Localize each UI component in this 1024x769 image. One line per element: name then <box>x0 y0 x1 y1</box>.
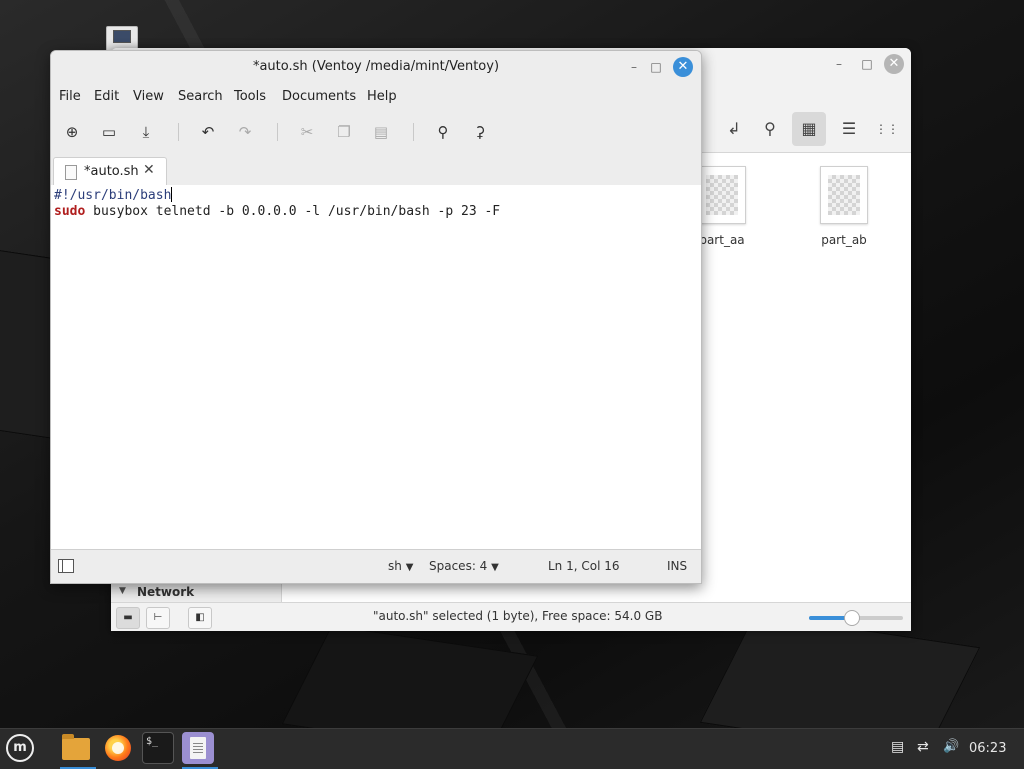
zoom-slider-handle[interactable] <box>844 610 861 626</box>
text-editor-icon <box>190 737 206 759</box>
open-terminal-icon[interactable]: ↲ <box>717 112 751 146</box>
cursor-position: Ln 1, Col 16 <box>548 559 620 573</box>
network-icon[interactable]: ⇄ <box>917 739 929 755</box>
language-selector[interactable]: sh ▼ <box>388 559 413 573</box>
editor-minimize-button[interactable]: – <box>625 58 643 76</box>
file-name: part_ab <box>821 233 867 247</box>
editor-maximize-button[interactable]: □ <box>647 58 665 76</box>
file-manager-close-button[interactable]: ✕ <box>884 54 904 74</box>
new-document-icon[interactable]: ⊕ <box>59 119 85 145</box>
tab-bar: *auto.sh ✕ <box>51 153 701 186</box>
chevron-down-icon: ▼ <box>405 562 414 573</box>
find-icon[interactable]: ⚲ <box>430 119 456 145</box>
insert-mode: INS <box>667 559 688 573</box>
volume-icon[interactable]: 🔊 <box>943 739 959 754</box>
terminal-launcher[interactable]: $_ <box>142 732 174 764</box>
paste-icon[interactable]: ▤ <box>368 119 394 145</box>
code-line-2: sudo busybox telnetd -b 0.0.0.0 -l /usr/… <box>54 204 500 219</box>
language-label: sh <box>388 559 402 573</box>
firefox-launcher[interactable] <box>102 732 134 764</box>
clock[interactable]: 06:23 <box>969 741 1006 756</box>
zoom-slider[interactable] <box>809 610 903 626</box>
menu-bar: File Edit View Search Tools Documents He… <box>51 83 701 111</box>
cut-icon[interactable]: ✂ <box>294 119 320 145</box>
compact-view-icon[interactable]: ⋮⋮ <box>870 112 904 146</box>
editor-title-bar[interactable]: *auto.sh (Ventoy /media/mint/Ventoy) – □… <box>51 51 701 83</box>
text-cursor <box>171 187 173 202</box>
file-thumbnail-icon <box>698 166 746 224</box>
list-view-icon[interactable]: ☰ <box>832 112 866 146</box>
file-manager-maximize-button[interactable]: □ <box>858 55 876 73</box>
sidebar-section-network[interactable]: ▼ Network <box>111 584 282 602</box>
shebang-text: #!/usr/bin/bash <box>54 188 172 203</box>
document-icon <box>65 165 77 180</box>
command-text: busybox telnetd -b 0.0.0.0 -l /usr/bin/b… <box>85 204 501 219</box>
firefox-icon-center <box>112 742 124 754</box>
toolbar-separator <box>178 123 179 141</box>
keyword-text: sudo <box>54 204 86 219</box>
file-manager-statusbar: ▬ ⊢ ◧ "auto.sh" selected (1 byte), Free … <box>111 602 911 631</box>
notes-icon[interactable]: ▤ <box>891 739 904 755</box>
editor-toolbar: ⊕ ▭ ⤓ ↶ ↷ ✂ ❐ ▤ ⚲ ⚳ <box>51 111 701 153</box>
tab-width-label: Spaces: 4 <box>429 559 488 573</box>
menu-view[interactable]: View <box>133 89 164 104</box>
side-pane-toggle-icon[interactable] <box>58 559 74 573</box>
file-item[interactable]: part_ab <box>804 166 884 247</box>
undo-icon[interactable]: ↶ <box>195 119 221 145</box>
sidebar-section-label: Network <box>137 585 195 599</box>
find-replace-icon[interactable]: ⚳ <box>467 119 493 145</box>
search-icon[interactable]: ⚲ <box>753 112 787 146</box>
editor-close-button[interactable]: ✕ <box>673 57 693 77</box>
redo-icon[interactable]: ↷ <box>232 119 258 145</box>
terminal-icon: $_ <box>146 736 159 747</box>
tab-width-selector[interactable]: Spaces: 4 ▼ <box>429 559 499 573</box>
tab-auto-sh[interactable]: *auto.sh ✕ <box>53 157 167 186</box>
icon-view-icon[interactable]: ▦ <box>792 112 826 146</box>
taskbar: m $_ ▤ ⇄ 🔊 06:23 <box>0 728 1024 769</box>
menu-file[interactable]: File <box>59 89 81 104</box>
file-thumbnail-icon <box>820 166 868 224</box>
file-manager-minimize-button[interactable]: – <box>830 55 848 73</box>
tab-close-icon[interactable]: ✕ <box>143 162 155 178</box>
chevron-down-icon: ▼ <box>491 562 499 573</box>
menu-tools[interactable]: Tools <box>234 89 266 104</box>
editor-statusbar: sh ▼ Spaces: 4 ▼ Ln 1, Col 16 INS <box>51 549 701 583</box>
toolbar-separator <box>413 123 414 141</box>
tree-pane-button[interactable]: ⊢ <box>146 607 170 629</box>
mint-menu-icon[interactable]: m <box>6 734 34 762</box>
folder-icon <box>62 734 90 760</box>
text-editing-area[interactable]: #!/usr/bin/bash sudo busybox telnetd -b … <box>51 185 701 549</box>
menu-help[interactable]: Help <box>367 89 397 104</box>
collapse-arrow-icon: ▼ <box>119 586 126 596</box>
text-editor-launcher[interactable] <box>182 732 218 769</box>
tab-label: *auto.sh <box>84 164 139 179</box>
text-editor-window: *auto.sh (Ventoy /media/mint/Ventoy) – □… <box>50 50 702 584</box>
status-text: "auto.sh" selected (1 byte), Free space:… <box>373 609 663 623</box>
monitor-icon <box>113 30 131 43</box>
window-title: *auto.sh (Ventoy /media/mint/Ventoy) <box>252 59 500 74</box>
places-pane-button[interactable]: ▬ <box>116 607 140 629</box>
save-icon[interactable]: ⤓ <box>133 119 159 145</box>
copy-icon[interactable]: ❐ <box>331 119 357 145</box>
open-folder-icon[interactable]: ▭ <box>96 119 122 145</box>
toggle-sidebar-button[interactable]: ◧ <box>188 607 212 629</box>
menu-edit[interactable]: Edit <box>94 89 119 104</box>
toolbar-separator <box>277 123 278 141</box>
code-line-1: #!/usr/bin/bash <box>54 187 173 203</box>
menu-search[interactable]: Search <box>178 89 223 104</box>
files-launcher[interactable] <box>60 732 96 769</box>
menu-documents[interactable]: Documents <box>282 89 356 104</box>
